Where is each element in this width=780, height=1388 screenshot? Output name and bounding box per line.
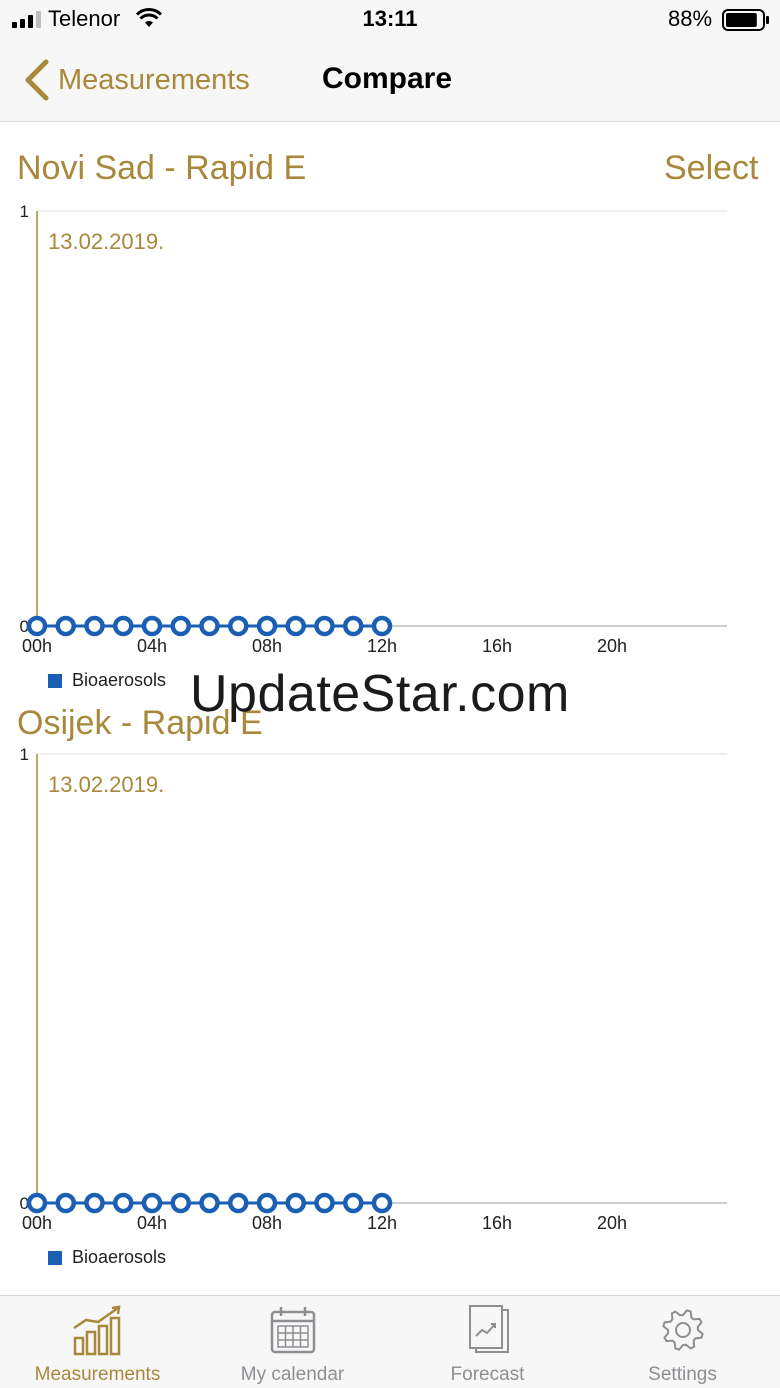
chart-novi-sad: 1 0 00h 04h 08h 12h 16h 20h 13.02.2019. bbox=[0, 195, 780, 665]
legend-label: Bioaerosols bbox=[72, 670, 167, 690]
data-point bbox=[314, 615, 335, 637]
x-tick-label: 08h bbox=[252, 1213, 282, 1233]
data-point bbox=[371, 615, 393, 637]
station-title-novi-sad: Novi Sad - Rapid E bbox=[17, 149, 307, 187]
carrier-name: Telenor bbox=[48, 6, 121, 31]
chart-legend-novi-sad: Bioaerosols bbox=[48, 670, 166, 691]
data-point bbox=[285, 1192, 306, 1214]
page-title: Compare bbox=[322, 62, 453, 95]
data-point bbox=[141, 615, 163, 637]
x-tick-label: 12h bbox=[367, 636, 397, 656]
tab-label: My calendar bbox=[240, 1364, 345, 1385]
tab-label: Forecast bbox=[450, 1364, 525, 1385]
chart-date-label: 13.02.2019. bbox=[48, 229, 164, 254]
data-point bbox=[285, 615, 306, 637]
tab-label: Settings bbox=[648, 1364, 717, 1385]
chart-legend-osijek: Bioaerosols bbox=[48, 1247, 166, 1268]
chart-novi-sad-plot: 1000h 04h 08h 12h 16h 20h13.02.2019. bbox=[20, 202, 727, 656]
data-point bbox=[199, 615, 220, 637]
x-tick-label: 08h bbox=[252, 636, 282, 656]
legend-swatch bbox=[48, 673, 62, 688]
x-tick-label: 04h bbox=[137, 1213, 167, 1233]
data-point bbox=[228, 1192, 249, 1214]
x-tick-label: 00h bbox=[22, 1213, 52, 1233]
data-point bbox=[256, 615, 278, 637]
x-tick-label: 16h bbox=[482, 636, 512, 656]
legend-label: Bioaerosols bbox=[72, 1247, 167, 1267]
x-tick-label: 00h bbox=[22, 636, 52, 656]
data-point bbox=[170, 615, 191, 637]
tab-label: Measurements bbox=[34, 1364, 161, 1385]
data-point bbox=[228, 615, 249, 637]
select-button[interactable]: Select bbox=[664, 149, 759, 188]
tab-bar: Measurements My calendar Forecast Settin… bbox=[0, 1295, 780, 1388]
tab-my-calendar[interactable]: My calendar bbox=[195, 1296, 390, 1388]
back-button[interactable]: Measurements bbox=[22, 56, 250, 104]
data-point bbox=[170, 1192, 191, 1214]
gear-icon bbox=[661, 1309, 704, 1351]
data-point bbox=[55, 615, 76, 637]
y-tick-label: 1 bbox=[20, 202, 29, 221]
tab-measurements[interactable]: Measurements bbox=[0, 1296, 195, 1388]
back-button-label: Measurements bbox=[58, 63, 250, 96]
bar-chart-icon bbox=[72, 1305, 120, 1356]
data-point bbox=[113, 1192, 134, 1214]
forecast-icon bbox=[468, 1305, 509, 1353]
data-point bbox=[141, 1192, 163, 1214]
navigation-bar: Measurements Compare bbox=[0, 40, 780, 122]
calendar-icon bbox=[270, 1307, 315, 1354]
data-point bbox=[84, 615, 105, 637]
tab-forecast[interactable]: Forecast bbox=[390, 1296, 585, 1388]
data-point bbox=[55, 1192, 76, 1214]
data-point bbox=[343, 615, 364, 637]
data-point bbox=[113, 615, 134, 637]
chevron-left-icon bbox=[25, 59, 49, 101]
data-point bbox=[199, 1192, 220, 1214]
chart-date-label: 13.02.2019. bbox=[48, 772, 164, 797]
x-tick-label: 16h bbox=[482, 1213, 512, 1233]
wifi-icon bbox=[136, 8, 162, 27]
tab-settings[interactable]: Settings bbox=[585, 1296, 780, 1388]
y-tick-label: 1 bbox=[20, 745, 29, 764]
signal-strength-icon bbox=[12, 11, 41, 28]
chart-osijek: 1 0 00h 04h 08h 12h 16h 20h 13.02.2019. bbox=[0, 738, 780, 1238]
data-point bbox=[256, 1192, 278, 1214]
chart-osijek-plot: 1000h 04h 08h 12h 16h 20h13.02.2019. bbox=[20, 745, 727, 1233]
x-tick-label: 12h bbox=[367, 1213, 397, 1233]
status-bar: Telenor 13:11 88% bbox=[0, 0, 780, 40]
data-point bbox=[343, 1192, 364, 1214]
legend-swatch bbox=[48, 1250, 62, 1265]
battery-percent: 88% bbox=[668, 6, 713, 31]
watermark: UpdateStar.com bbox=[190, 665, 570, 723]
x-tick-label: 20h bbox=[597, 1213, 627, 1233]
data-point bbox=[26, 1192, 48, 1214]
data-point bbox=[84, 1192, 105, 1214]
data-point bbox=[26, 615, 48, 637]
x-tick-label: 20h bbox=[597, 636, 627, 656]
data-point bbox=[371, 1192, 393, 1214]
battery-icon bbox=[722, 9, 769, 31]
data-point bbox=[314, 1192, 335, 1214]
x-tick-label: 04h bbox=[137, 636, 167, 656]
